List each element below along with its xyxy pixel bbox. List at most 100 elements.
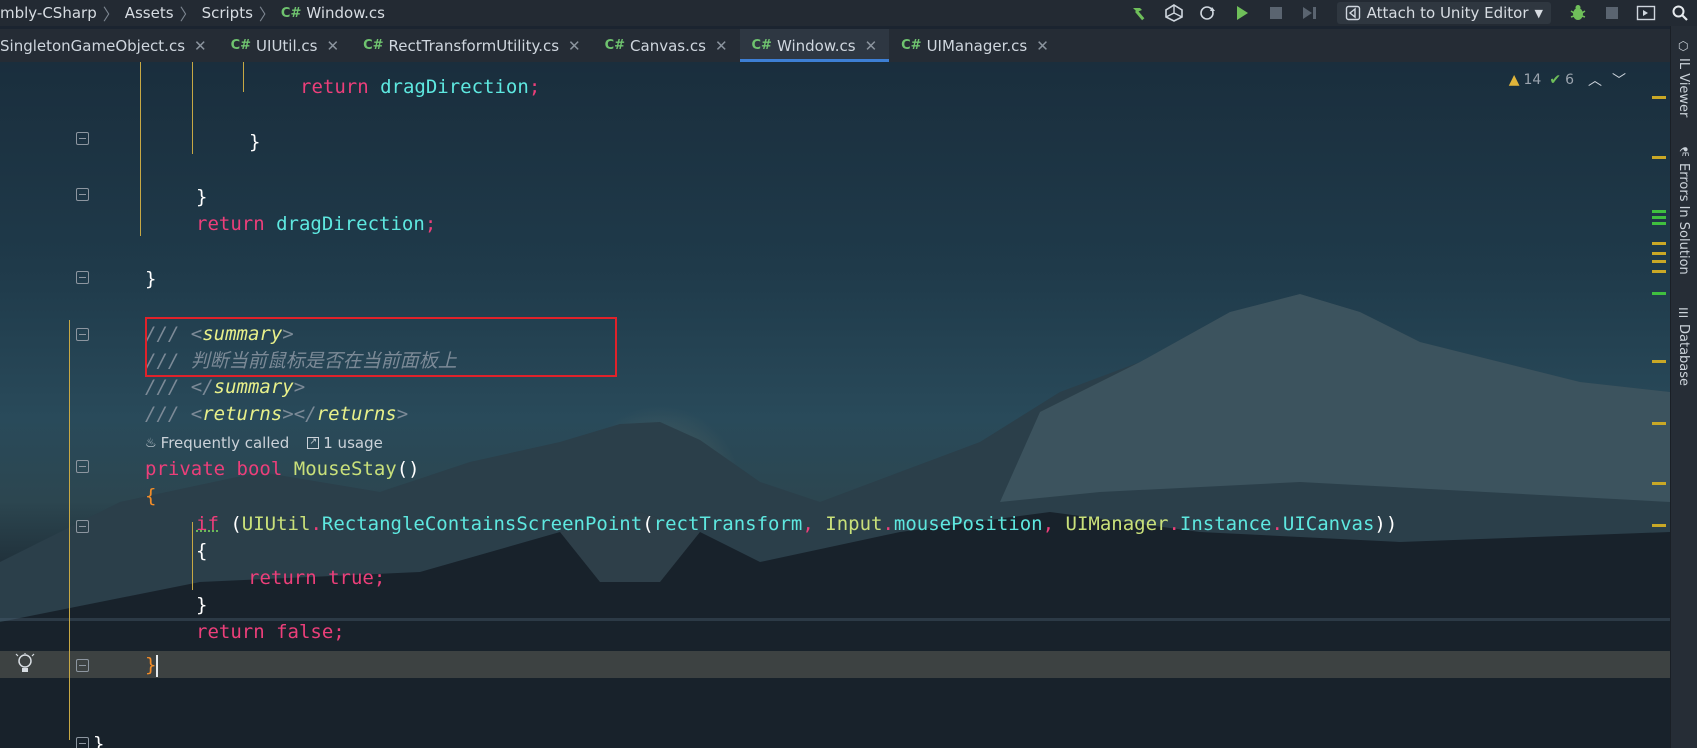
frequently-called-label[interactable]: Frequently called [161,434,290,452]
code-line: } [93,731,104,748]
ok-marker[interactable] [1652,292,1666,295]
il-viewer-tab[interactable]: IL Viewer [1676,58,1691,117]
stop-icon[interactable] [1599,2,1625,24]
close-icon[interactable]: ✕ [1036,37,1049,55]
fold-marker-icon[interactable] [76,328,89,341]
if-statement: if (UIUtil.RectangleContainsScreenPoint(… [196,511,1397,537]
ok-marker[interactable] [1652,216,1666,219]
fold-marker-icon[interactable] [76,737,89,748]
ok-count: 6 [1565,72,1574,88]
ok-marker[interactable] [1652,222,1666,225]
text-cursor [156,655,158,677]
close-icon[interactable]: ✕ [715,37,728,55]
unity-icon[interactable] [1161,2,1187,24]
fold-marker-icon[interactable] [76,520,89,533]
warning-marker[interactable] [1652,482,1666,485]
stop-icon[interactable] [1263,2,1289,24]
close-icon[interactable]: ✕ [568,37,581,55]
warning-marker[interactable] [1652,524,1666,527]
fold-marker-icon[interactable] [76,460,89,473]
breadcrumb-separator-icon: 〉 [103,1,119,25]
breadcrumb-item-project[interactable]: mbly-CSharp [0,4,97,22]
warning-marker[interactable] [1652,156,1666,159]
code-line: return dragDirection; [300,74,540,100]
flame-icon: ♨ [145,436,157,451]
usages-icon: ↗ [307,437,319,449]
fold-marker-icon[interactable] [76,271,89,284]
close-icon[interactable]: ✕ [194,37,207,55]
indent-guide [140,62,141,236]
tab-singletongameobject[interactable]: SingletonGameObject.cs ✕ [0,29,219,62]
hammer-icon[interactable] [1127,2,1153,24]
unity-logo-icon [1345,5,1361,21]
warning-marker[interactable] [1652,360,1666,363]
warning-marker[interactable] [1652,422,1666,425]
chevron-down-icon[interactable]: ﹀ [1612,70,1626,90]
method-signature: private bool MouseStay() [145,456,420,482]
csharp-file-icon: C# [363,38,383,53]
indent-guide [192,522,193,590]
breadcrumb-item-assets[interactable]: Assets [125,4,174,22]
play-icon[interactable] [1229,2,1255,24]
tab-label: Window.cs [777,37,856,55]
breadcrumb-separator-icon: 〉 [180,1,196,25]
attach-label: Attach to Unity Editor [1367,4,1529,22]
bug-icon[interactable] [1565,2,1591,24]
csharp-file-icon: C# [605,38,625,53]
fold-marker-icon[interactable] [76,659,89,672]
close-icon[interactable]: ✕ [865,37,878,55]
tab-canvas[interactable]: C# Canvas.cs ✕ [593,29,740,62]
warning-marker[interactable] [1652,270,1666,273]
code-line: { [196,538,207,564]
ok-marker[interactable] [1652,210,1666,213]
breadcrumb-item-scripts[interactable]: Scripts [202,4,253,22]
doc-comment-line: /// <returns></returns> [145,401,408,427]
csharp-file-icon: C# [231,38,251,53]
usage-count-label[interactable]: 1 usage [323,434,383,452]
navigation-bar: mbly-CSharp 〉 Assets 〉 Scripts 〉 C# Wind… [0,0,1697,26]
il-viewer-icon: ⬡ [1678,39,1688,53]
tab-uimanager[interactable]: C# UIManager.cs ✕ [889,29,1061,62]
panel-icon[interactable] [1633,2,1659,24]
step-icon[interactable] [1297,2,1323,24]
chevron-up-icon[interactable]: ︿ [1588,70,1602,90]
tab-label: Canvas.cs [630,37,706,55]
warning-marker[interactable] [1652,96,1666,99]
refresh-icon[interactable] [1195,2,1221,24]
code-line: return true; [248,565,385,591]
attach-to-unity-dropdown[interactable]: Attach to Unity Editor ▼ [1337,2,1551,24]
fold-marker-icon[interactable] [76,132,89,145]
code-line: } [196,184,207,210]
indent-guide [69,320,70,740]
indent-guide [243,62,244,92]
breadcrumb-item-file[interactable]: Window.cs [306,4,385,22]
tab-uiutil[interactable]: C# UIUtil.cs ✕ [219,29,351,62]
warning-marker[interactable] [1652,242,1666,245]
errors-in-solution-tab[interactable]: Errors In Solution [1676,163,1691,275]
check-icon: ✔ [1549,72,1561,88]
inspection-widget[interactable]: ▲ 14 ✔ 6 ︿ ﹀ [1509,70,1626,90]
error-stripe[interactable] [1640,62,1670,748]
csharp-file-icon: C# [281,6,301,21]
current-line-highlight [0,651,1670,678]
lightbulb-icon[interactable] [15,653,35,679]
csharp-file-icon: C# [901,38,921,53]
breadcrumb-separator-icon: 〉 [259,1,275,25]
doc-comment-line: /// </summary> [145,374,305,400]
search-icon[interactable] [1667,2,1693,24]
warning-icon: ▲ [1509,72,1520,88]
code-line: } [145,266,156,292]
close-icon[interactable]: ✕ [326,37,339,55]
code-line: } [196,592,207,618]
code-line: } [249,129,260,155]
warning-marker[interactable] [1652,252,1666,255]
fold-marker-icon[interactable] [76,188,89,201]
code-line: return false; [196,619,345,645]
warning-marker[interactable] [1652,260,1666,263]
tab-window[interactable]: C# Window.cs ✕ [740,29,890,62]
tab-recttransformutility[interactable]: C# RectTransformUtility.cs ✕ [351,29,593,62]
database-tab[interactable]: Database [1676,324,1691,386]
tab-label: RectTransformUtility.cs [389,37,560,55]
code-editor[interactable]: return dragDirection; } } return dragDir… [0,62,1670,748]
code-vision-hint[interactable]: ♨ Frequently called ↗ 1 usage [145,434,383,452]
